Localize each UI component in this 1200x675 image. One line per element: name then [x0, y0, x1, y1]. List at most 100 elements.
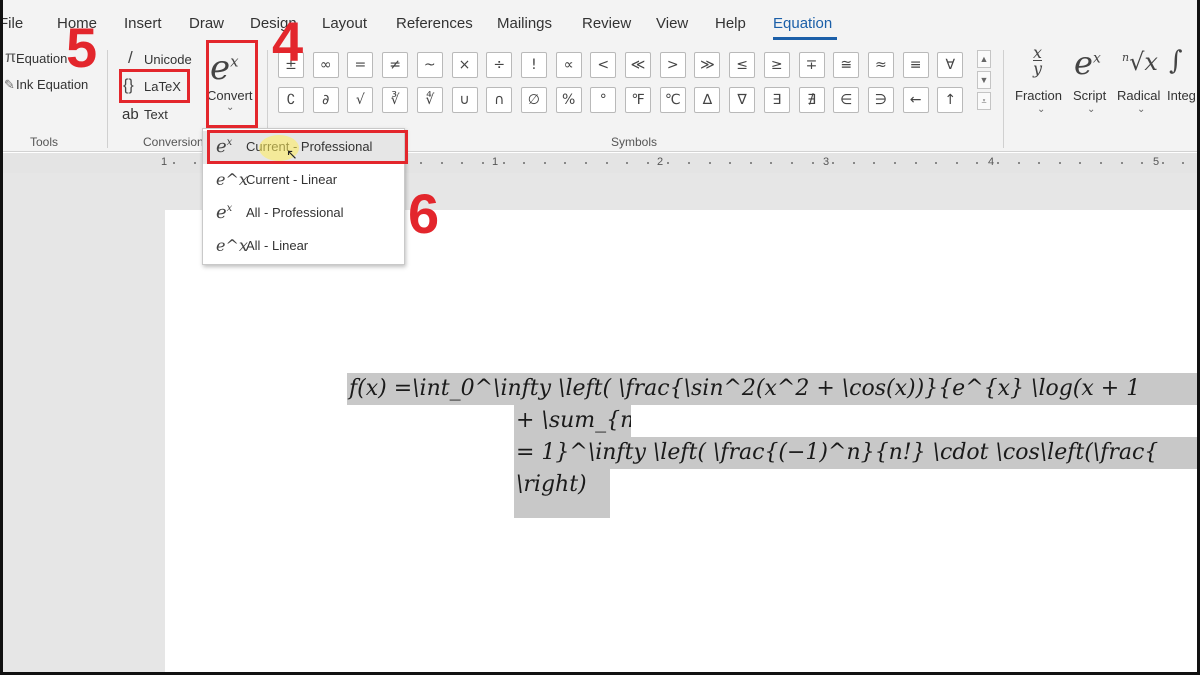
- text-button[interactable]: Text: [144, 107, 168, 122]
- symbol-button[interactable]: ∓: [798, 52, 825, 78]
- ruler-tick: [585, 162, 587, 164]
- menu-item-label: Current - Linear: [246, 172, 338, 187]
- symbol-button[interactable]: ≫: [694, 52, 721, 78]
- symbol-button[interactable]: ÷: [486, 52, 513, 78]
- step-5-callout: 5: [66, 16, 98, 79]
- scroll-up-button[interactable]: ▲: [977, 50, 991, 68]
- script-icon: ex: [1074, 44, 1101, 82]
- document-page[interactable]: f(x) =\int_0^\infty \left( \frac{\sin^2(…: [165, 210, 1197, 672]
- ruler-tick: [647, 162, 649, 164]
- tab-mailings[interactable]: Mailings: [497, 15, 552, 32]
- symbol-button[interactable]: ∛: [382, 87, 409, 113]
- menu-item-all-professional[interactable]: ex All - Professional: [203, 197, 404, 230]
- ruler-tick: [173, 162, 175, 164]
- ink-equation-button[interactable]: Ink Equation: [16, 77, 88, 92]
- symbol-button[interactable]: ℃: [659, 87, 686, 113]
- symbol-button[interactable]: >: [659, 52, 686, 78]
- symbol-button[interactable]: !: [520, 52, 547, 78]
- ruler-tick: [482, 162, 484, 164]
- ruler-tick: [564, 162, 566, 164]
- symbol-button[interactable]: ∁: [278, 87, 304, 113]
- tab-insert[interactable]: Insert: [124, 15, 162, 32]
- symbol-button[interactable]: ≪: [625, 52, 651, 78]
- symbol-button[interactable]: ≠: [382, 52, 409, 78]
- fraction-button[interactable]: xy Fraction ⌄: [1015, 44, 1067, 130]
- equation-line[interactable]: \right): [514, 469, 610, 518]
- symbol-button[interactable]: °: [590, 87, 617, 113]
- symbol-button[interactable]: ∃: [763, 87, 790, 113]
- tab-view[interactable]: View: [656, 15, 688, 32]
- symbol-button[interactable]: ↑: [937, 87, 964, 113]
- more-symbols-button[interactable]: ⩡: [977, 92, 991, 110]
- symbol-button[interactable]: ∈: [833, 87, 860, 113]
- ruler-tick: [194, 162, 196, 164]
- radical-button[interactable]: n√x Radical ⌄: [1117, 44, 1165, 130]
- symbol-button[interactable]: ∄: [798, 87, 825, 113]
- ruler-tick: [1079, 162, 1081, 164]
- tab-file[interactable]: File: [3, 15, 23, 32]
- fraction-icon: xy: [1033, 43, 1043, 78]
- radical-label: Radical: [1117, 88, 1161, 103]
- ruler-tick: [523, 162, 525, 164]
- symbol-button[interactable]: √: [347, 87, 374, 113]
- equation-line[interactable]: + \sum_{n: [514, 405, 631, 437]
- ruler-tick: [812, 162, 814, 164]
- tab-references[interactable]: References: [396, 15, 473, 32]
- ruler-tick: [626, 162, 628, 164]
- symbol-button[interactable]: ∋: [867, 87, 894, 113]
- tab-draw[interactable]: Draw: [189, 15, 224, 32]
- symbol-button[interactable]: ∜: [416, 87, 443, 113]
- symbol-button[interactable]: ←: [902, 87, 929, 113]
- symbol-button[interactable]: ∞: [312, 52, 339, 78]
- equation-line[interactable]: f(x) =\int_0^\infty \left( \frac{\sin^2(…: [347, 373, 1197, 405]
- ruler-tick: [461, 162, 463, 164]
- tab-help[interactable]: Help: [715, 15, 746, 32]
- symbol-button[interactable]: ≡: [902, 52, 929, 78]
- ruler-tick: [1182, 162, 1184, 164]
- ruler-tick: [935, 162, 937, 164]
- symbol-button[interactable]: =: [347, 52, 374, 78]
- latex-highlight-box: [119, 69, 190, 103]
- symbol-button[interactable]: ∅: [520, 87, 547, 113]
- unicode-button[interactable]: Unicode: [144, 52, 192, 67]
- ruler-number: 1: [161, 156, 168, 168]
- script-button[interactable]: ex Script ⌄: [1071, 44, 1113, 130]
- symbol-button[interactable]: ∝: [555, 52, 582, 78]
- symbol-button[interactable]: ~: [416, 52, 443, 78]
- equation-line[interactable]: = 1}^\infty \left( \frac{(−1)^n}{n!} \cd…: [514, 437, 1197, 469]
- symbol-button[interactable]: ≅: [833, 52, 860, 78]
- symbol-button[interactable]: ∂: [312, 87, 339, 113]
- tab-equation[interactable]: Equation: [773, 15, 832, 32]
- symbol-button[interactable]: ∀: [937, 52, 964, 78]
- ruler-tick: [770, 162, 772, 164]
- symbol-button[interactable]: ×: [451, 52, 478, 78]
- symbol-button[interactable]: ∇: [729, 87, 756, 113]
- tab-review[interactable]: Review: [582, 15, 631, 32]
- tab-layout[interactable]: Layout: [322, 15, 367, 32]
- symbol-button[interactable]: ℉: [625, 87, 651, 113]
- group-separator: [107, 50, 108, 148]
- ruler-tick: [1162, 162, 1164, 164]
- symbol-button[interactable]: ≥: [763, 52, 790, 78]
- professional-format-icon: ex: [216, 202, 233, 223]
- ruler-tick: [997, 162, 999, 164]
- symbol-button[interactable]: ∆: [694, 87, 721, 113]
- symbol-button[interactable]: ≤: [729, 52, 756, 78]
- symbol-button[interactable]: ∪: [451, 87, 478, 113]
- symbol-button[interactable]: ∩: [486, 87, 513, 113]
- ruler-tick: [709, 162, 711, 164]
- menu-item-current-linear[interactable]: e^x Current - Linear: [203, 164, 404, 197]
- ruler-tick: [853, 162, 855, 164]
- menu-item-all-linear[interactable]: e^x All - Linear: [203, 230, 404, 263]
- linear-format-icon: e^x: [216, 170, 248, 189]
- scroll-down-button[interactable]: ▼: [977, 71, 991, 89]
- integral-icon: ∫: [1169, 46, 1183, 76]
- symbol-button[interactable]: <: [590, 52, 617, 78]
- symbol-button[interactable]: %: [555, 87, 582, 113]
- equation-icon: π: [5, 49, 17, 66]
- fraction-label: Fraction: [1015, 88, 1062, 103]
- ruler-tick: [544, 162, 546, 164]
- chevron-down-icon: ⌄: [1087, 104, 1096, 115]
- integral-button[interactable]: ∫ Integ: [1167, 44, 1197, 130]
- symbol-button[interactable]: ≈: [867, 52, 894, 78]
